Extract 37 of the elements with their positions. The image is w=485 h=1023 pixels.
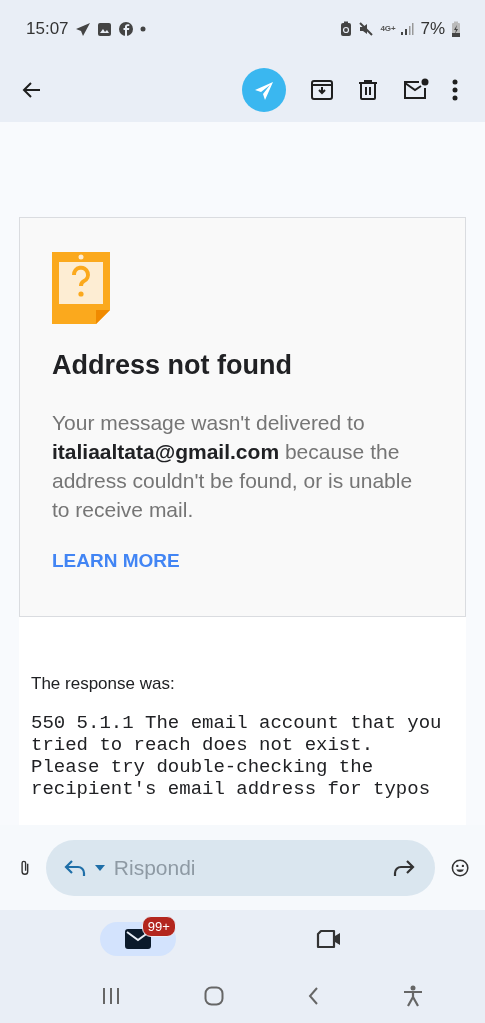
delete-icon[interactable]: [356, 78, 380, 102]
dot-icon: [139, 26, 146, 32]
more-options-icon[interactable]: [452, 79, 458, 101]
send-icon: [74, 21, 91, 37]
reply-icon[interactable]: [63, 858, 86, 877]
image-icon: [96, 21, 112, 37]
video-camera-icon: [316, 929, 343, 949]
reply-pill[interactable]: Rispondi: [45, 839, 435, 896]
back-icon[interactable]: [307, 986, 320, 1005]
battery-saver-icon: [340, 21, 353, 37]
response-text-line: Please try double-checking the: [31, 756, 374, 778]
signal-icon: [400, 22, 415, 36]
clock: 15:07: [26, 19, 69, 39]
response-label: The response was:: [31, 674, 176, 694]
circle-app-icon: [117, 21, 134, 37]
learn-more-link[interactable]: LEARN MORE: [52, 550, 180, 572]
mark-unread-icon[interactable]: [402, 78, 430, 102]
notice-text: Your message wasn't delivered to italiaaltata@gmail.com because the address couldn't be found, or is unable to receive mail.: [52, 410, 414, 523]
response-text-line: recipient's email address for typos: [31, 778, 431, 800]
recent-apps-icon[interactable]: [101, 986, 120, 1005]
unread-count: 99+: [141, 916, 176, 937]
accessibility-icon[interactable]: [403, 984, 424, 1007]
caret-icon[interactable]: [93, 863, 106, 872]
question-note-icon: [52, 252, 110, 324]
response-text-line: 550 5.1.1 The email account that you: [31, 712, 442, 734]
mail-icon: [124, 929, 151, 949]
reply-field[interactable]: Rispondi: [113, 855, 385, 880]
archive-icon[interactable]: [310, 78, 334, 102]
notice-title: Address not found: [52, 350, 293, 381]
home-icon[interactable]: [203, 985, 224, 1006]
battery-charging-icon: [451, 20, 461, 38]
paper-plane-icon: [253, 79, 275, 101]
battery-percent: 7%: [420, 19, 445, 39]
network-type: 4G+: [380, 25, 395, 33]
forward-icon[interactable]: [392, 858, 415, 877]
mute-icon: [358, 21, 375, 37]
response-text-line: tried to reach does not exist.: [31, 734, 374, 756]
